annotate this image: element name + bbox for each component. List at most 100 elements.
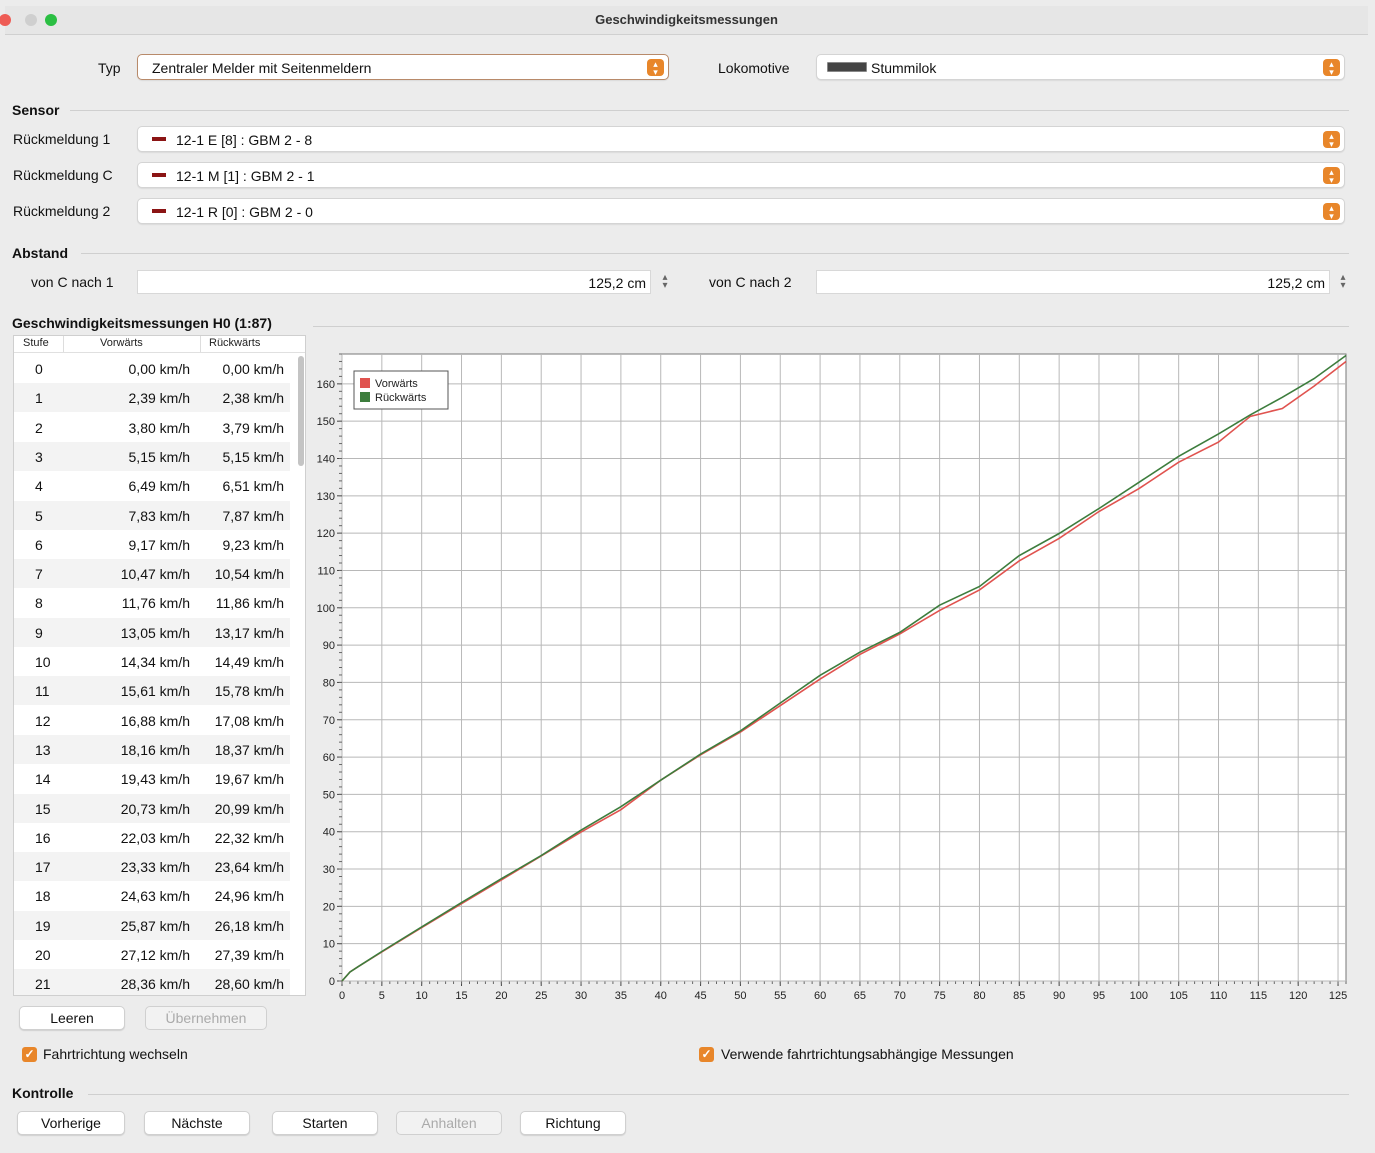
y-tick-label: 140: [317, 454, 335, 466]
table-row[interactable]: 14 19,43 km/h 19,67 km/h: [14, 764, 290, 793]
cell-rueckwaerts: 10,54 km/h: [214, 566, 284, 583]
table-row[interactable]: 2 3,80 km/h 3,79 km/h: [14, 413, 290, 442]
x-tick-label: 80: [973, 990, 985, 1002]
table-row[interactable]: 1 2,39 km/h 2,38 km/h: [14, 383, 290, 413]
cell-rueckwaerts: 23,64 km/h: [214, 859, 284, 876]
cell-vorwaerts: 27,12 km/h: [120, 947, 190, 963]
stop-button[interactable]: Anhalten: [396, 1111, 502, 1135]
cell-stufe: 4: [35, 478, 43, 495]
table-row[interactable]: 10 14,34 km/h 14,49 km/h: [14, 647, 290, 676]
cell-stufe: 9: [35, 624, 43, 641]
rueckmeldung-2-select[interactable]: 12-1 R [0] : GBM 2 - 0 ▴ ▾: [137, 198, 1345, 224]
previous-button[interactable]: Vorherige: [17, 1111, 125, 1135]
cell-vorwaerts: 15,61 km/h: [120, 683, 190, 700]
table-row[interactable]: 15 20,73 km/h 20,99 km/h: [14, 793, 290, 823]
cell-vorwaerts: 6,49 km/h: [128, 478, 190, 495]
col-rueckwaerts-header[interactable]: Rückwärts: [209, 337, 260, 349]
cell-stufe: 10: [35, 654, 51, 670]
loco-icon: [827, 62, 867, 72]
typ-select-value: Zentraler Melder mit Seitenmeldern: [152, 60, 372, 76]
legend-swatch: [360, 378, 370, 388]
table-row[interactable]: 13 18,16 km/h 18,37 km/h: [14, 734, 290, 764]
table-row[interactable]: 9 13,05 km/h 13,17 km/h: [14, 617, 290, 647]
cell-vorwaerts: 3,80 km/h: [128, 419, 190, 436]
select-arrows-icon: ▴ ▾: [1323, 131, 1340, 149]
c-nach-2-stepper[interactable]: ▴ ▾: [1337, 273, 1349, 291]
cell-vorwaerts: 24,63 km/h: [120, 888, 190, 905]
cell-vorwaerts: 25,87 km/h: [120, 917, 190, 934]
c-nach-2-label: von C nach 2: [709, 274, 792, 290]
feedback-icon: [152, 209, 166, 214]
table-row[interactable]: 21 28,36 km/h 28,60 km/h: [14, 969, 290, 995]
table-scrollbar[interactable]: [298, 356, 304, 466]
c-nach-1-stepper[interactable]: ▴ ▾: [659, 273, 671, 291]
legend-label: Vorwärts: [375, 378, 418, 390]
table-row[interactable]: 11 15,61 km/h 15,78 km/h: [14, 676, 290, 706]
cell-stufe: 0: [35, 361, 43, 377]
direction-checkbox[interactable]: ✓: [22, 1047, 37, 1062]
table-row[interactable]: 20 27,12 km/h 27,39 km/h: [14, 940, 290, 969]
cell-rueckwaerts: 6,51 km/h: [222, 478, 284, 495]
table-row[interactable]: 3 5,15 km/h 5,15 km/h: [14, 441, 290, 471]
select-arrows-icon: ▴ ▾: [647, 59, 664, 77]
direction-button[interactable]: Richtung: [520, 1111, 626, 1135]
y-tick-label: 70: [323, 715, 335, 727]
rueckmeldung-c-select[interactable]: 12-1 M [1] : GBM 2 - 1 ▴ ▾: [137, 162, 1345, 188]
x-tick-label: 115: [1250, 990, 1268, 1002]
cell-rueckwaerts: 13,17 km/h: [214, 624, 284, 641]
table-row[interactable]: 0 0,00 km/h 0,00 km/h: [14, 354, 290, 383]
table-row[interactable]: 5 7,83 km/h 7,87 km/h: [14, 500, 290, 530]
cell-rueckwaerts: 27,39 km/h: [214, 947, 284, 963]
cell-stufe: 14: [35, 771, 51, 788]
x-tick-label: 35: [615, 990, 627, 1002]
cell-stufe: 21: [35, 976, 51, 993]
start-button[interactable]: Starten: [272, 1111, 378, 1135]
x-tick-label: 65: [854, 990, 866, 1002]
table-row[interactable]: 7 10,47 km/h 10,54 km/h: [14, 559, 290, 589]
clear-button[interactable]: Leeren: [19, 1006, 125, 1030]
col-vorwaerts-header[interactable]: Vorwärts: [100, 337, 143, 349]
table-row[interactable]: 16 22,03 km/h 22,32 km/h: [14, 823, 290, 852]
divider: [81, 253, 1349, 254]
table-row[interactable]: 8 11,76 km/h 11,86 km/h: [14, 588, 290, 617]
cell-stufe: 16: [35, 829, 51, 846]
window-title: Geschwindigkeitsmessungen: [595, 12, 778, 27]
table-row[interactable]: 18 24,63 km/h 24,96 km/h: [14, 881, 290, 910]
cell-vorwaerts: 18,16 km/h: [120, 741, 190, 758]
cell-rueckwaerts: 11,86 km/h: [215, 595, 284, 612]
y-tick-label: 80: [323, 677, 335, 689]
cell-rueckwaerts: 7,87 km/h: [222, 507, 284, 524]
x-tick-label: 90: [1053, 990, 1065, 1002]
x-tick-label: 100: [1130, 990, 1148, 1002]
cell-stufe: 11: [35, 683, 50, 700]
title-bar: Geschwindigkeitsmessungen: [0, 6, 1368, 35]
directional-checkbox[interactable]: ✓: [699, 1047, 714, 1062]
direction-checkbox-label: Fahrtrichtung wechseln: [43, 1046, 188, 1062]
col-stufe-header[interactable]: Stufe: [23, 337, 49, 349]
cell-vorwaerts: 13,05 km/h: [120, 624, 190, 641]
typ-select[interactable]: Zentraler Melder mit Seitenmeldern ▴ ▾: [137, 54, 669, 80]
table-row[interactable]: 17 23,33 km/h 23,64 km/h: [14, 852, 290, 882]
typ-label: Typ: [98, 60, 121, 76]
table-row[interactable]: 6 9,17 km/h 9,23 km/h: [14, 530, 290, 559]
next-button[interactable]: Nächste: [144, 1111, 250, 1135]
cell-vorwaerts: 2,39 km/h: [128, 390, 190, 407]
table-row[interactable]: 12 16,88 km/h 17,08 km/h: [14, 706, 290, 735]
measurements-table[interactable]: Stufe Vorwärts Rückwärts 0 0,00 km/h 0,00 …: [13, 335, 306, 996]
table-row[interactable]: 19 25,87 km/h 26,18 km/h: [14, 910, 290, 940]
lok-select[interactable]: Stummilok ▴ ▾: [816, 54, 1345, 80]
directional-checkbox-label: Verwende fahrtrichtungsabhängige Messung…: [721, 1046, 1014, 1062]
c-nach-2-input[interactable]: 125,2 cm: [816, 270, 1330, 294]
rueckmeldung-1-select[interactable]: 12-1 E [8] : GBM 2 - 8 ▴ ▾: [137, 126, 1345, 152]
x-tick-label: 45: [694, 990, 706, 1002]
cell-rueckwaerts: 14,49 km/h: [214, 654, 284, 670]
x-tick-label: 40: [655, 990, 667, 1002]
cell-rueckwaerts: 0,00 km/h: [222, 361, 284, 377]
cell-rueckwaerts: 15,78 km/h: [214, 683, 284, 700]
cell-stufe: 15: [35, 800, 51, 817]
cell-vorwaerts: 7,83 km/h: [128, 507, 190, 524]
table-row[interactable]: 4 6,49 km/h 6,51 km/h: [14, 471, 290, 500]
apply-button[interactable]: Übernehmen: [145, 1006, 267, 1030]
c-nach-1-input[interactable]: 125,2 cm: [137, 270, 651, 294]
x-tick-label: 25: [535, 990, 547, 1002]
